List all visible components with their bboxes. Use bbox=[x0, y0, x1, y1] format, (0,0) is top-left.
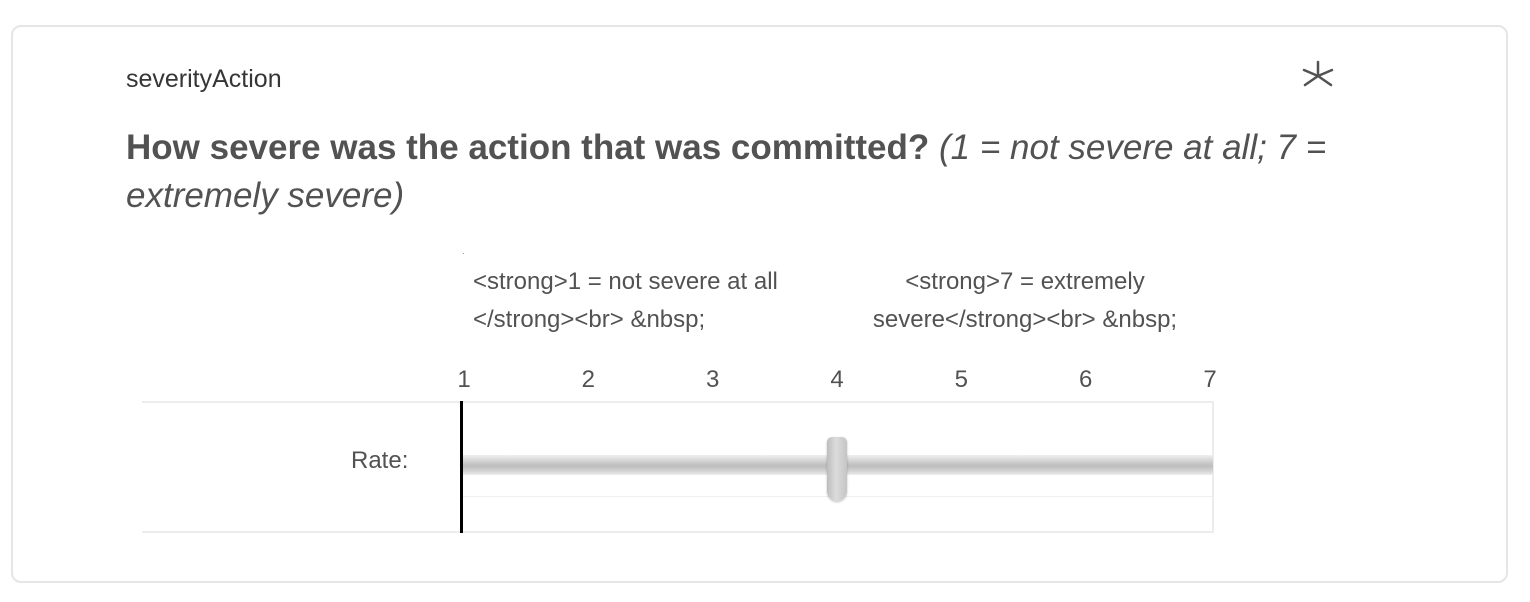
tick-label-2: 2 bbox=[581, 366, 595, 393]
right-anchor-label: <strong>7 = extremely severe</strong><br… bbox=[862, 263, 1188, 339]
tick-label-3: 3 bbox=[705, 366, 720, 393]
tick-label-1: 1 bbox=[457, 366, 471, 393]
question-id: severityAction bbox=[126, 65, 282, 93]
tick-label-6: 6 bbox=[1078, 366, 1093, 393]
decorative-dot bbox=[463, 253, 464, 254]
tick-label-7: 7 bbox=[1203, 366, 1217, 393]
tick-label-5: 5 bbox=[954, 366, 968, 393]
asterisk-icon bbox=[1302, 60, 1334, 87]
question-text: How severe was the action that was commi… bbox=[126, 124, 1386, 220]
right-anchor-line-1: <strong>7 = extremely bbox=[905, 268, 1145, 295]
slider-handle[interactable] bbox=[827, 437, 847, 501]
right-anchor-line-2: severe</strong><br> &nbsp; bbox=[872, 306, 1178, 333]
left-anchor-line-1: <strong>1 = not severe at all bbox=[473, 268, 778, 295]
question-text-bold: How severe was the action that was commi… bbox=[126, 128, 930, 167]
left-anchor-label: <strong>1 = not severe at all </strong><… bbox=[473, 263, 778, 339]
tick-label-4: 4 bbox=[830, 366, 844, 393]
left-anchor-line-2: </strong><br> &nbsp; bbox=[473, 306, 706, 333]
row-label: Rate: bbox=[351, 447, 409, 474]
